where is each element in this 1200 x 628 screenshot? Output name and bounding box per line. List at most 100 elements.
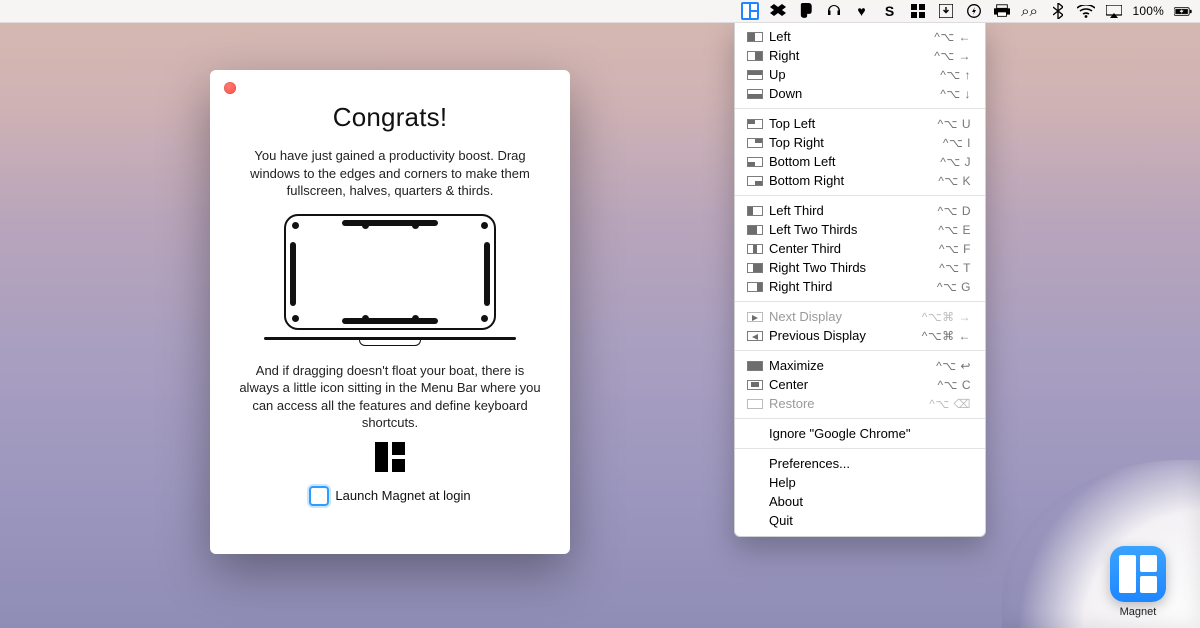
menu-item-label: Top Right — [769, 135, 943, 150]
snap-thumb-icon — [747, 138, 763, 148]
menu-item-label: Quit — [769, 513, 971, 528]
menu-item-shortcut: ^⌥ ↓ — [940, 87, 971, 101]
headphones-icon[interactable] — [825, 2, 843, 20]
menu-item-shortcut: ^⌥ K — [938, 174, 971, 188]
menu-item-label: Top Left — [769, 116, 938, 131]
battery-icon[interactable] — [1174, 2, 1192, 20]
s-icon[interactable]: S — [881, 2, 899, 20]
menu-item-label: Right Two Thirds — [769, 260, 939, 275]
menu-item-label: Bottom Left — [769, 154, 940, 169]
menu-item-quit[interactable]: Quit — [735, 511, 985, 530]
menu-item-shortcut: ^⌥ C — [938, 378, 971, 392]
menu-item-ignore-google-chrome[interactable]: Ignore "Google Chrome" — [735, 424, 985, 443]
snap-thumb-icon — [747, 157, 763, 167]
magnet-app-icon[interactable]: Magnet — [1110, 546, 1166, 618]
modal-paragraph-1: You have just gained a productivity boos… — [238, 147, 542, 200]
menu-item-label: Restore — [769, 396, 929, 411]
menu-item-shortcut: ^⌥ ↑ — [940, 68, 971, 82]
heart-icon[interactable]: ♥ — [853, 2, 871, 20]
laptop-illustration — [264, 214, 516, 346]
snap-thumb-icon — [747, 89, 763, 99]
menu-item-shortcut: ^⌥⌘ ← — [922, 329, 971, 343]
menu-item-shortcut: ^⌥ E — [938, 223, 971, 237]
snap-thumb-icon — [747, 361, 763, 371]
menu-item-label: Left Two Thirds — [769, 222, 938, 237]
menu-item-shortcut: ^⌥ F — [939, 242, 971, 256]
menu-item-preferences[interactable]: Preferences... — [735, 454, 985, 473]
snap-thumb-icon — [747, 312, 763, 322]
snap-thumb-icon — [747, 225, 763, 235]
printer-icon[interactable] — [993, 2, 1011, 20]
evernote-icon[interactable] — [797, 2, 815, 20]
snap-thumb-icon — [747, 244, 763, 254]
menu-item-left-two-thirds[interactable]: Left Two Thirds^⌥ E — [735, 220, 985, 239]
menu-item-label: Left Third — [769, 203, 938, 218]
menu-item-shortcut: ^⌥ → — [934, 49, 971, 63]
battery-percent: 100% — [1133, 4, 1165, 18]
menu-item-label: Preferences... — [769, 456, 971, 471]
launch-at-login-label: Launch Magnet at login — [335, 488, 470, 503]
menu-item-center-third[interactable]: Center Third^⌥ F — [735, 239, 985, 258]
menubar: ♥ S ⌕⌕ 100% — [0, 0, 1200, 23]
menu-item-left-third[interactable]: Left Third^⌥ D — [735, 201, 985, 220]
menu-item-label: Help — [769, 475, 971, 490]
menu-item-shortcut: ^⌥ G — [937, 280, 971, 294]
snap-thumb-icon — [747, 399, 763, 409]
close-icon[interactable] — [224, 82, 236, 94]
menu-item-label: Center Third — [769, 241, 939, 256]
menu-item-shortcut: ^⌥ ↩ — [936, 359, 971, 373]
wifi-icon[interactable] — [1077, 2, 1095, 20]
menu-item-next-display: Next Display^⌥⌘ → — [735, 307, 985, 326]
launch-at-login-row[interactable]: Launch Magnet at login — [232, 486, 548, 506]
menu-item-bottom-right[interactable]: Bottom Right^⌥ K — [735, 171, 985, 190]
menu-item-about[interactable]: About — [735, 492, 985, 511]
menu-item-label: Center — [769, 377, 938, 392]
menu-item-label: About — [769, 494, 971, 509]
menu-item-shortcut: ^⌥ I — [943, 136, 971, 150]
menu-item-down[interactable]: Down^⌥ ↓ — [735, 84, 985, 103]
snap-thumb-icon — [747, 119, 763, 129]
menu-item-shortcut: ^⌥ T — [939, 261, 971, 275]
magnet-icon[interactable] — [741, 2, 759, 20]
snap-thumb-icon — [747, 282, 763, 292]
menu-item-shortcut: ^⌥⌘ → — [922, 310, 971, 324]
menu-item-center[interactable]: Center^⌥ C — [735, 375, 985, 394]
menu-item-label: Previous Display — [769, 328, 922, 343]
menu-item-shortcut: ^⌥ ⌫ — [929, 397, 971, 411]
menu-item-label: Left — [769, 29, 934, 44]
menu-item-help[interactable]: Help — [735, 473, 985, 492]
menu-item-top-right[interactable]: Top Right^⌥ I — [735, 133, 985, 152]
menu-item-bottom-left[interactable]: Bottom Left^⌥ J — [735, 152, 985, 171]
menu-item-previous-display[interactable]: Previous Display^⌥⌘ ← — [735, 326, 985, 345]
snap-thumb-icon — [747, 51, 763, 61]
menu-item-label: Ignore "Google Chrome" — [769, 426, 971, 441]
welcome-modal: Congrats! You have just gained a product… — [210, 70, 570, 554]
menu-item-right[interactable]: Right^⌥ → — [735, 46, 985, 65]
modal-paragraph-2: And if dragging doesn't float your boat,… — [238, 362, 542, 432]
snap-thumb-icon — [747, 176, 763, 186]
launch-at-login-checkbox[interactable] — [309, 486, 329, 506]
menu-item-restore: Restore^⌥ ⌫ — [735, 394, 985, 413]
menu-item-label: Down — [769, 86, 940, 101]
menu-item-up[interactable]: Up^⌥ ↑ — [735, 65, 985, 84]
menu-item-right-third[interactable]: Right Third^⌥ G — [735, 277, 985, 296]
grid-icon[interactable] — [909, 2, 927, 20]
airplay-icon[interactable] — [1105, 2, 1123, 20]
magnet-logo — [375, 442, 405, 472]
snap-thumb-icon — [747, 331, 763, 341]
menu-item-label: Right — [769, 48, 934, 63]
menu-item-shortcut: ^⌥ J — [940, 155, 971, 169]
bolt-icon[interactable] — [965, 2, 983, 20]
bluetooth-icon[interactable] — [1049, 2, 1067, 20]
menu-item-label: Bottom Right — [769, 173, 938, 188]
menu-item-right-two-thirds[interactable]: Right Two Thirds^⌥ T — [735, 258, 985, 277]
menu-item-left[interactable]: Left^⌥ ← — [735, 27, 985, 46]
menu-item-maximize[interactable]: Maximize^⌥ ↩ — [735, 356, 985, 375]
menu-item-label: Next Display — [769, 309, 922, 324]
snap-thumb-icon — [747, 380, 763, 390]
menu-item-shortcut: ^⌥ D — [938, 204, 971, 218]
dropbox-icon[interactable] — [769, 2, 787, 20]
binoculars-icon[interactable]: ⌕⌕ — [1021, 2, 1039, 20]
menu-item-top-left[interactable]: Top Left^⌥ U — [735, 114, 985, 133]
download-icon[interactable] — [937, 2, 955, 20]
